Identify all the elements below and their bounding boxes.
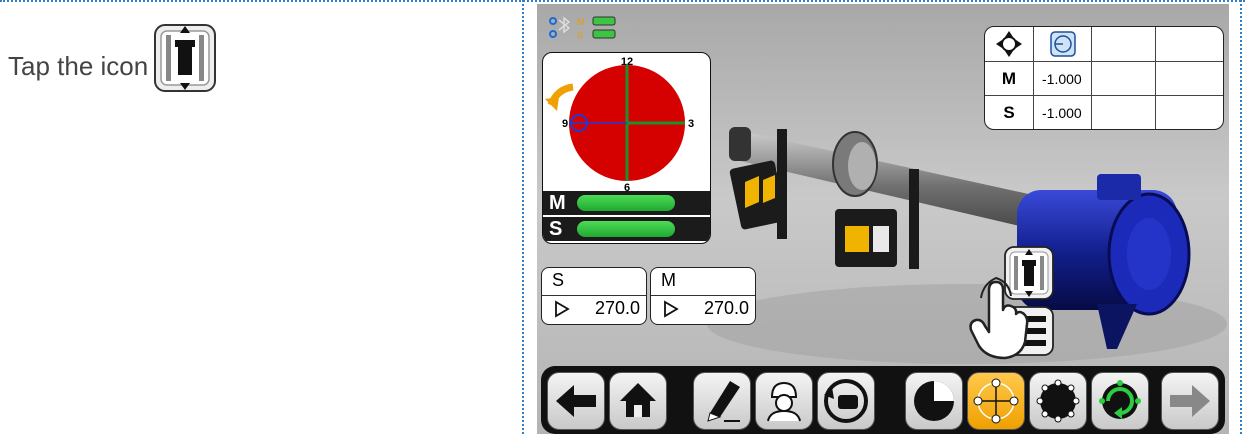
multipoint-icon[interactable] — [1029, 372, 1087, 430]
frame-top-border — [0, 0, 1245, 2]
frame-right-border — [1240, 0, 1242, 434]
machine-rotation-icon[interactable] — [817, 372, 875, 430]
angle-value: 270.0 — [594, 298, 640, 318]
angle-label: S — [552, 270, 565, 290]
level-indicator — [577, 221, 675, 237]
level-bar-s: S — [543, 217, 710, 241]
target-icon[interactable] — [1033, 27, 1092, 61]
status-label-s: S — [577, 30, 583, 40]
table-header-row — [985, 27, 1223, 61]
table-cell-empty — [1155, 62, 1223, 96]
level-bar-label: M — [549, 192, 566, 214]
angle-box-m[interactable]: M 270.0 — [650, 267, 756, 325]
edit-icon[interactable] — [693, 372, 751, 430]
status-icons: M S — [549, 16, 616, 40]
table-header-empty — [1091, 27, 1156, 61]
dial-label-top: 12 — [621, 56, 633, 68]
table-row: M -1.000 — [985, 61, 1223, 96]
results-table: M -1.000 S -1.000 — [984, 26, 1224, 130]
row-value: -1.000 — [1033, 96, 1091, 129]
continuous-sweep-icon[interactable] — [1091, 372, 1149, 430]
angle-box-s[interactable]: S 270.0 — [541, 267, 647, 325]
dial-label-left: 9 — [562, 118, 568, 130]
angle-divider — [651, 295, 755, 296]
angle-icon — [664, 300, 679, 318]
table-row: S -1.000 — [985, 95, 1223, 129]
instruction-text: Tap the icon — [8, 51, 149, 81]
tap-hand-icon — [969, 276, 1029, 360]
table-cell-empty — [1155, 96, 1223, 129]
vertical-alignment-icon — [154, 24, 217, 92]
forward-arrow-icon[interactable] — [1161, 372, 1219, 430]
row-label: S — [1003, 103, 1015, 122]
instruction: Tap the icon — [8, 14, 218, 94]
bluetooth-icon — [549, 16, 571, 38]
crosshair-measure-icon[interactable] — [967, 372, 1025, 430]
status-label-m: M — [577, 17, 585, 27]
angle-value: 270.0 — [703, 298, 749, 318]
dial-panel: 12 3 6 9 M S — [542, 52, 711, 244]
level-bar-m: M — [543, 191, 710, 215]
angle-divider — [542, 295, 646, 296]
back-arrow-icon[interactable] — [547, 372, 605, 430]
bottom-toolbar — [541, 366, 1225, 434]
table-header-empty — [1155, 27, 1223, 61]
table-cell-empty — [1091, 96, 1156, 129]
level-bar-label: S — [549, 218, 563, 240]
device-screen: M S 12 3 6 9 M S M -1.000 S -1.000 S 270… — [537, 4, 1229, 434]
row-label: M — [1001, 69, 1017, 88]
quadrant-icon[interactable] — [905, 372, 963, 430]
home-icon[interactable] — [609, 372, 667, 430]
crosshair-icon[interactable] — [985, 27, 1033, 61]
table-cell-empty — [1091, 62, 1156, 96]
angle-label: M — [661, 270, 676, 290]
battery-icon — [592, 16, 616, 39]
angle-icon — [555, 300, 570, 318]
row-value: -1.000 — [1033, 62, 1091, 96]
divider-line — [522, 0, 524, 434]
level-indicator — [577, 195, 675, 211]
clock-dial: 12 3 6 9 — [545, 56, 694, 193]
dial-label-right: 3 — [688, 118, 694, 130]
operator-icon[interactable] — [755, 372, 813, 430]
